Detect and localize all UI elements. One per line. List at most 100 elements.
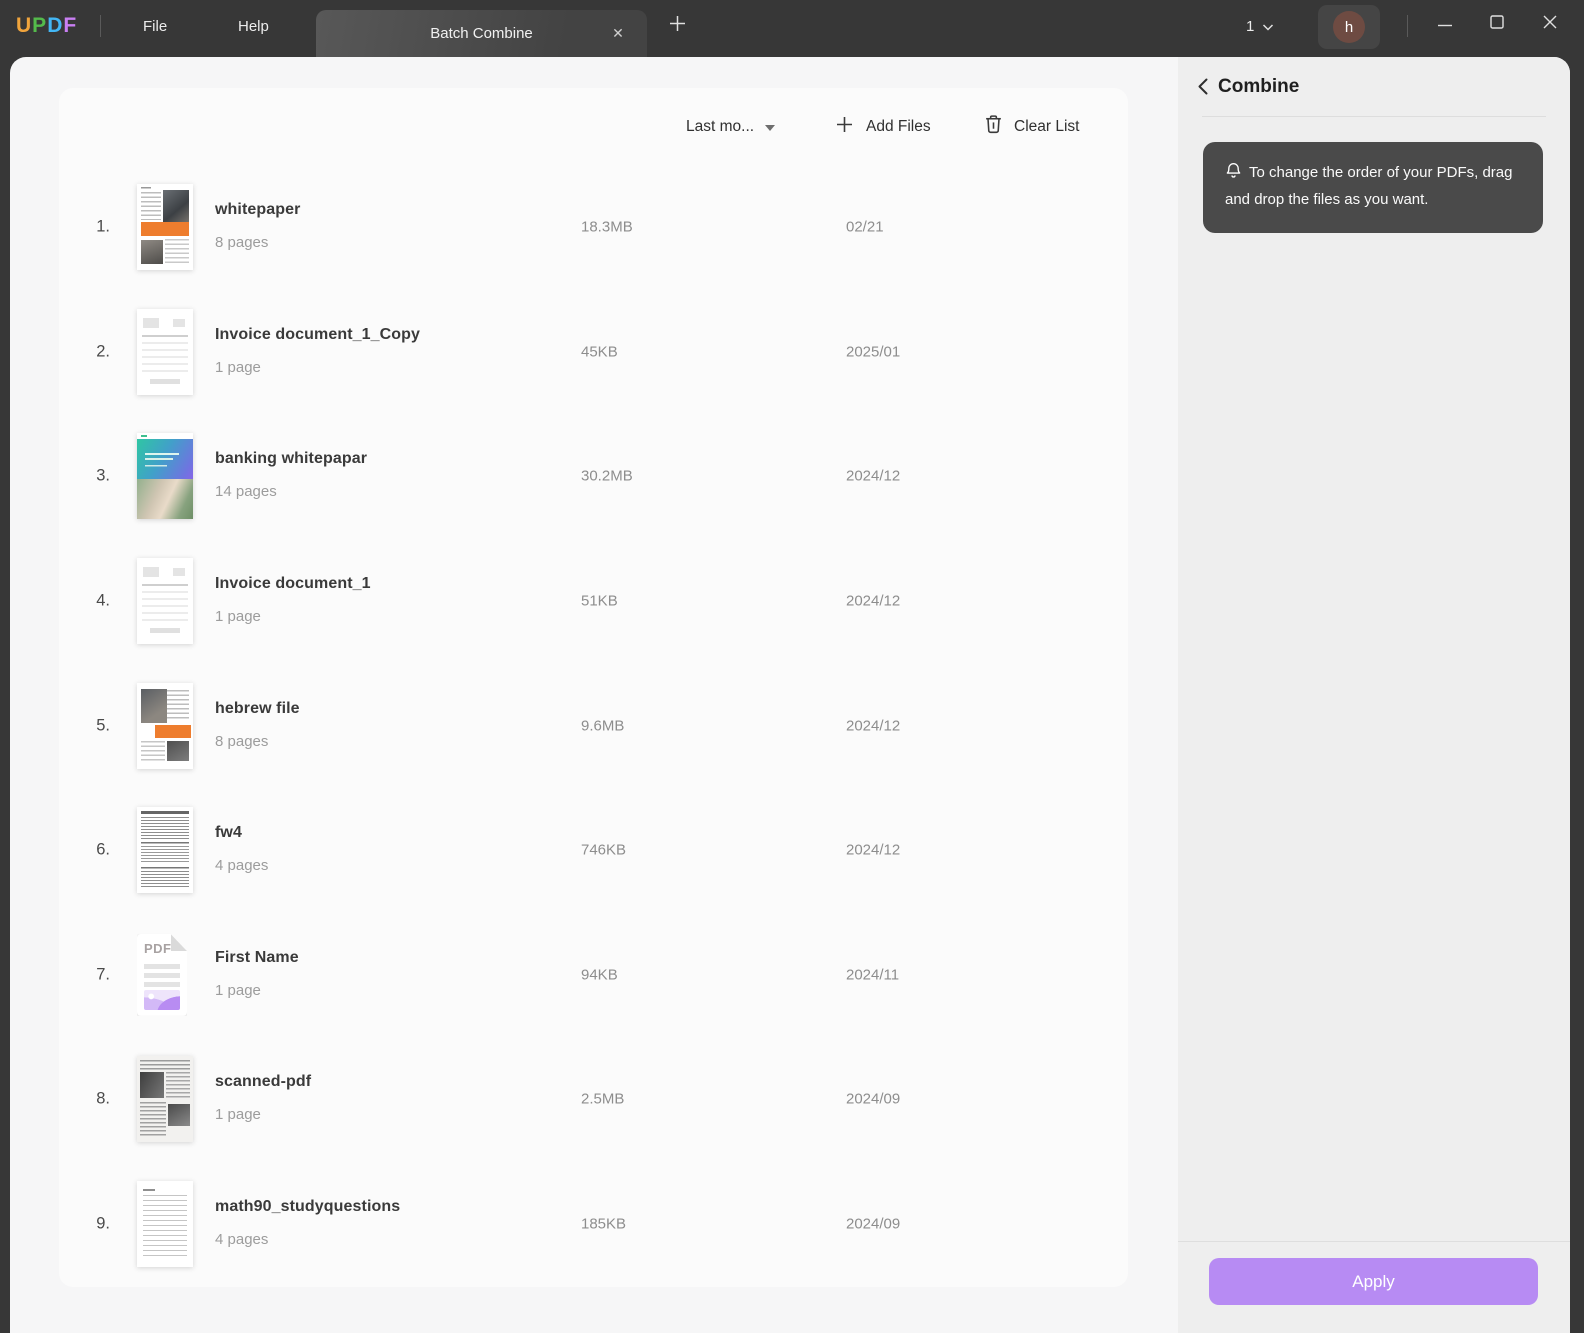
file-row[interactable]: 2. Invoice document_1_Copy 1 page 45KB 2…: [59, 290, 1128, 415]
file-row[interactable]: 4. Invoice document_1 1 page 51KB 2024/1…: [59, 539, 1128, 664]
add-files-label: Add Files: [866, 117, 931, 135]
file-date: 2024/11: [846, 966, 900, 984]
file-pages: 1 page: [215, 1106, 261, 1124]
add-files-button[interactable]: Add Files: [836, 88, 931, 165]
file-thumbnail: [137, 807, 193, 894]
apply-button[interactable]: Apply: [1209, 1258, 1538, 1305]
file-row[interactable]: 1. whitepaper 8 pages 18.3MB 02/21: [59, 165, 1128, 290]
file-thumbnail: [137, 558, 193, 645]
file-info: math90_studyquestions 4 pages: [215, 1198, 400, 1248]
tab-batch-combine[interactable]: Batch Combine ✕: [316, 10, 647, 57]
file-info: Invoice document_1_Copy 1 page: [215, 326, 420, 376]
avatar-initial: h: [1344, 18, 1354, 36]
file-index: 3.: [96, 466, 110, 485]
minimize-button[interactable]: [1429, 8, 1461, 40]
file-name: fw4: [215, 824, 242, 842]
pdf-badge: PDF: [144, 940, 172, 956]
file-name: Invoice document_1_Copy: [215, 325, 421, 343]
file-size: 30.2MB: [581, 467, 633, 485]
file-pages: 8 pages: [215, 234, 269, 252]
file-thumbnail: [137, 1056, 193, 1143]
menu-file[interactable]: File: [143, 0, 167, 52]
app-logo: UPDF: [16, 0, 77, 52]
file-size: 94KB: [581, 966, 618, 984]
account-button[interactable]: h: [1318, 5, 1380, 49]
file-row[interactable]: 6. fw4 4 pages 746KB 2024/12: [59, 788, 1128, 913]
titlebar-divider: [1407, 15, 1408, 37]
file-pages: 4 pages: [215, 1231, 269, 1249]
file-row[interactable]: 9. math90_studyquestions 4 pages 185KB 2…: [59, 1162, 1128, 1287]
file-date: 2024/12: [846, 592, 901, 610]
file-index: 2.: [96, 342, 110, 361]
file-thumbnail: [137, 682, 193, 769]
window-count-dropdown[interactable]: 1: [1246, 0, 1274, 52]
file-size: 18.3MB: [581, 218, 633, 236]
file-index: 5.: [96, 716, 110, 735]
close-button[interactable]: [1534, 8, 1566, 40]
caret-down-icon: [765, 124, 776, 131]
file-pages: 1 page: [215, 608, 261, 626]
sort-label: Last mo...: [686, 117, 755, 135]
file-date: 2024/09: [846, 1215, 901, 1233]
bell-icon: [1225, 162, 1242, 188]
sort-dropdown[interactable]: Last mo...: [686, 88, 776, 165]
new-tab-button[interactable]: [662, 0, 692, 52]
panel-footer: Apply: [1178, 1241, 1570, 1333]
file-row[interactable]: 3. banking whitepapar 14 pages 30.2MB 20…: [59, 414, 1128, 539]
file-pages: 4 pages: [215, 857, 269, 875]
clear-list-button[interactable]: Clear List: [984, 88, 1079, 165]
file-index: 8.: [96, 1089, 110, 1108]
combine-panel: Combine To change the order of your PDFs…: [1178, 57, 1570, 1333]
file-name: banking whitepapar: [215, 450, 368, 468]
panel-title: Combine: [1218, 75, 1300, 97]
file-date: 02/21: [846, 218, 884, 236]
file-info: Invoice document_1 1 page: [215, 575, 371, 625]
file-pages: 8 pages: [215, 732, 269, 750]
file-row[interactable]: 7. PDF First Name 1 page 94KB 2024/11: [59, 913, 1128, 1038]
file-pages: 14 pages: [215, 483, 277, 501]
file-row[interactable]: 5. hebrew file 8 pages 9.6MB 2024/12: [59, 663, 1128, 788]
file-size: 185KB: [581, 1215, 627, 1233]
file-thumbnail: [137, 184, 193, 271]
file-name: Invoice document_1: [215, 575, 371, 593]
file-info: hebrew file 8 pages: [215, 700, 300, 750]
tab-close-icon[interactable]: ✕: [607, 23, 629, 45]
list-toolbar: Last mo... Add Files Clear List: [59, 88, 1128, 165]
back-button[interactable]: [1190, 74, 1216, 100]
plus-icon: [668, 14, 687, 38]
file-date: 2024/09: [846, 1090, 901, 1108]
reorder-tip-text: To change the order of your PDFs, drag a…: [1225, 164, 1513, 208]
file-thumbnail: [137, 308, 193, 395]
logo-letter: D: [47, 14, 64, 37]
menu-help[interactable]: Help: [238, 0, 269, 52]
logo-letter: F: [63, 14, 78, 37]
trash-icon: [984, 114, 1003, 139]
maximize-button[interactable]: [1481, 8, 1513, 40]
window-count-value: 1: [1246, 17, 1255, 35]
file-info: fw4 4 pages: [215, 824, 268, 874]
file-index: 6.: [96, 840, 110, 859]
file-pages: 1 page: [215, 981, 261, 999]
file-name: scanned-pdf: [215, 1073, 312, 1091]
file-size: 2.5MB: [581, 1090, 625, 1108]
file-name: hebrew file: [215, 699, 300, 717]
reorder-tip-tooltip: To change the order of your PDFs, drag a…: [1203, 142, 1543, 233]
file-pages: 1 page: [215, 358, 261, 376]
file-index: 4.: [96, 591, 110, 610]
maximize-icon: [1490, 14, 1504, 34]
file-row[interactable]: 8. scanned-pdf 1 page 2.5MB 2024/09: [59, 1037, 1128, 1162]
file-thumbnail: PDF: [137, 933, 187, 1016]
file-info: banking whitepapar 14 pages: [215, 450, 367, 500]
titlebar-divider: [100, 15, 101, 37]
file-list: 1. whitepaper 8 pages 18.3MB 02/21 2. In…: [59, 165, 1128, 1286]
file-index: 9.: [96, 1214, 110, 1233]
file-info: First Name 1 page: [215, 949, 299, 999]
panel-divider: [1202, 116, 1546, 117]
plus-icon: [836, 116, 853, 138]
app-window: Last mo... Add Files Clear List 1. white…: [10, 57, 1570, 1333]
file-size: 746KB: [581, 841, 627, 859]
minimize-icon: [1438, 15, 1452, 33]
file-thumbnail: [137, 1181, 193, 1268]
combine-panel-header: Combine: [1178, 57, 1570, 116]
file-index: 1.: [96, 217, 110, 236]
